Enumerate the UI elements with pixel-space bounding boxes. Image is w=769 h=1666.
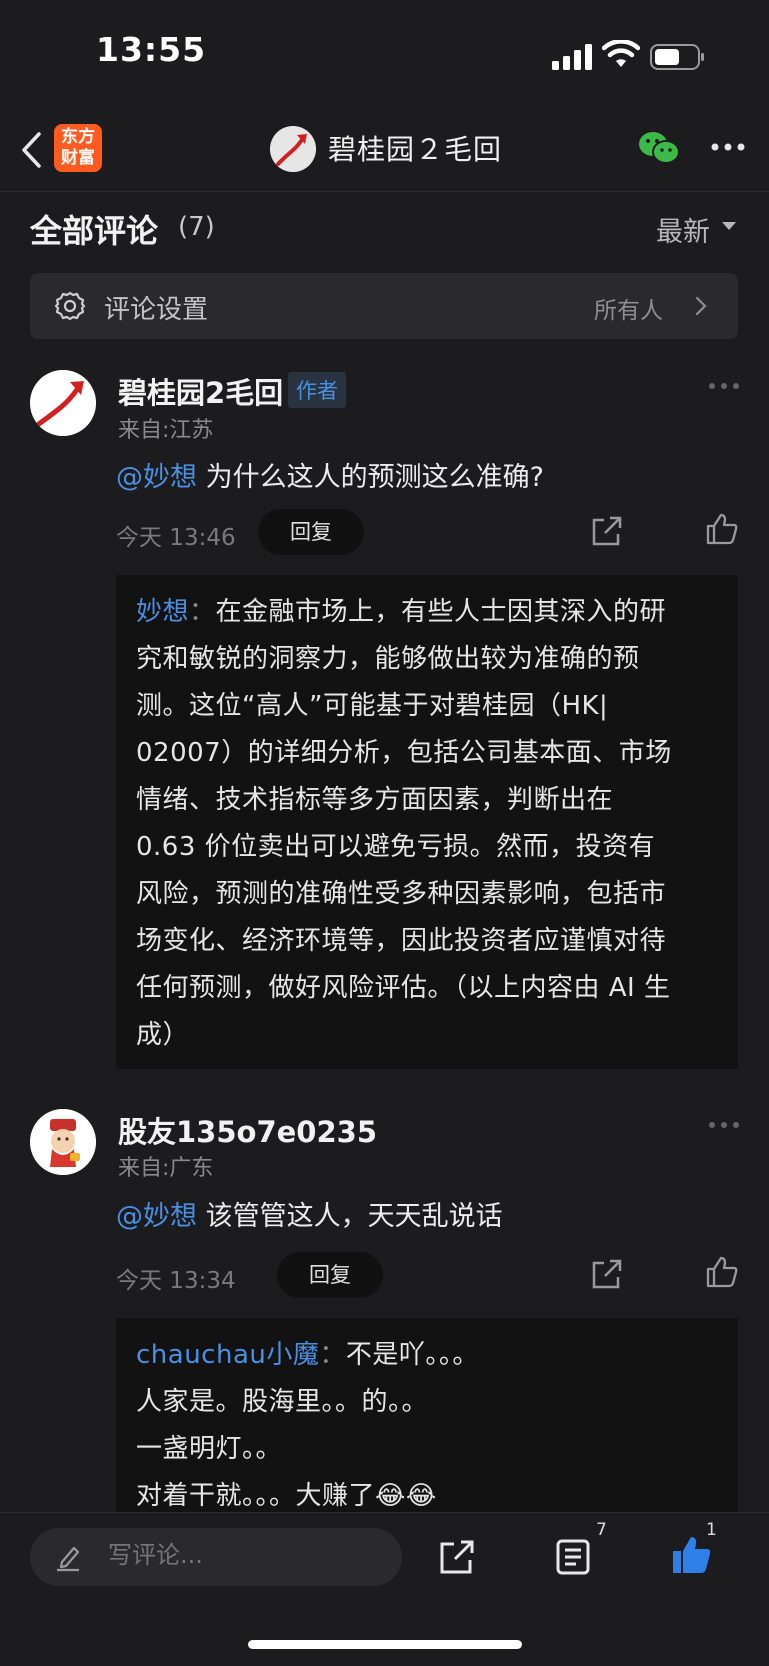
reply-line: 究和敏锐的洞察力，能够做出较为准确的预 xyxy=(136,644,640,674)
comment-more-icon[interactable] xyxy=(708,381,740,391)
comment-text: 为什么这人的预测这么准确? xyxy=(197,462,544,493)
logo-text-bottom: 财富 xyxy=(61,148,95,168)
logo-text-top: 东方 xyxy=(61,127,95,147)
reply-line: 不是吖。。。 xyxy=(345,1340,479,1370)
avatar[interactable] xyxy=(30,370,96,436)
more-options-icon[interactable] xyxy=(710,140,746,154)
status-time: 13:55 xyxy=(96,30,207,69)
reply-content: 妙想：在金融市场上，有些人士因其深入的研 究和敏锐的洞察力，能够做出较为准确的预… xyxy=(136,589,718,1059)
reply-content: chauchau小魔：不是吖。。。 人家是。股海里。。的。。 一盏明灯。。 对着… xyxy=(136,1332,718,1518)
sort-dropdown[interactable]: 最新 xyxy=(656,210,710,249)
reply-author[interactable]: chauchau小魔 xyxy=(136,1340,319,1370)
reply-line: 任何预测，做好风险评估。（以上内容由 AI 生 xyxy=(136,973,671,1003)
reply-button[interactable]: 回复 xyxy=(277,1252,383,1298)
like-icon[interactable] xyxy=(705,512,739,546)
author-badge: 作者 xyxy=(288,372,346,408)
reply-line: 场变化、经济环境等，因此投资者应谨慎对待 xyxy=(136,926,667,956)
share-icon[interactable] xyxy=(590,1257,624,1291)
cellular-signal-icon xyxy=(552,44,592,70)
mention-link[interactable]: @妙想 xyxy=(116,462,197,493)
reply-box: 妙想：在金融市场上，有些人士因其深入的研 究和敏锐的洞察力，能够做出较为准确的预… xyxy=(116,575,738,1069)
reply-line: 情绪、技术指标等多方面因素，判断出在 xyxy=(136,785,614,815)
comment-body: @妙想 为什么这人的预测这么准确? xyxy=(116,455,544,494)
reply-line: 成） xyxy=(136,1020,190,1050)
mention-link[interactable]: @妙想 xyxy=(116,1201,197,1232)
caret-down-icon[interactable] xyxy=(722,222,736,230)
reply-line: 02007）的详细分析，包括公司基本面、市场 xyxy=(136,738,672,768)
comment-count-badge: 7 xyxy=(596,1520,607,1540)
comment-time: 今天 13:34 xyxy=(116,1268,236,1294)
comment-author[interactable]: 碧桂园2毛回 xyxy=(118,370,283,412)
reply-separator: ： xyxy=(189,597,216,627)
comments-count: (7) xyxy=(178,212,215,242)
reply-line: 在金融市场上，有些人士因其深入的研 xyxy=(215,597,667,627)
reply-line: 测。这位“高人”可能基于对碧桂园（HK| xyxy=(136,691,609,721)
comments-list-icon[interactable] xyxy=(554,1538,592,1576)
thumbs-up-filled-icon[interactable] xyxy=(670,1534,712,1576)
comment-author[interactable]: 股友135o7e0235 xyxy=(118,1109,377,1151)
avatar[interactable] xyxy=(30,1109,96,1175)
wechat-share-icon[interactable] xyxy=(638,130,680,166)
comment-text: 该管管这人，天天乱说话 xyxy=(197,1201,503,1232)
reply-line: 风险，预测的准确性受多种因素影响，包括市 xyxy=(136,879,667,909)
comment-time: 今天 13:46 xyxy=(116,525,236,551)
reply-line: 0.63 价位卖出可以避免亏损。然而，投资有 xyxy=(136,832,656,862)
share-icon[interactable] xyxy=(438,1538,476,1576)
gear-icon xyxy=(54,291,86,321)
comment-body: @妙想 该管管这人，天天乱说话 xyxy=(116,1194,503,1233)
comment-location: 来自:江苏 xyxy=(118,418,214,443)
reply-separator: ： xyxy=(319,1340,346,1370)
reply-box: chauchau小魔：不是吖。。。 人家是。股海里。。的。。 一盏明灯。。 对着… xyxy=(116,1318,738,1518)
like-count-badge: 1 xyxy=(706,1520,717,1540)
settings-label: 评论设置 xyxy=(104,295,209,325)
home-indicator xyxy=(248,1640,522,1649)
header-avatar-icon[interactable] xyxy=(270,126,316,172)
reply-line: 一盏明灯。。 xyxy=(136,1434,283,1464)
comment-more-icon[interactable] xyxy=(708,1120,740,1130)
comments-title: 全部评论 xyxy=(30,212,159,250)
battery-icon xyxy=(650,44,704,70)
eastmoney-logo[interactable]: 东方 财富 xyxy=(54,124,102,172)
wifi-icon xyxy=(602,40,640,67)
page-title: 碧桂园２毛回 xyxy=(328,133,503,166)
back-arrow-icon[interactable] xyxy=(18,130,44,170)
settings-value: 所有人 xyxy=(594,298,663,324)
like-icon[interactable] xyxy=(705,1255,739,1289)
reply-button[interactable]: 回复 xyxy=(258,509,364,555)
reply-line: 对着干就。。。大赚了😂😂 xyxy=(136,1481,437,1511)
reply-author[interactable]: 妙想 xyxy=(136,597,189,627)
pen-icon xyxy=(57,1546,80,1572)
comment-input[interactable] xyxy=(106,1540,370,1570)
chevron-right-icon xyxy=(695,296,707,316)
share-icon[interactable] xyxy=(590,514,624,548)
comment-location: 来自:广东 xyxy=(118,1156,214,1181)
reply-line: 人家是。股海里。。的。。 xyxy=(136,1387,429,1417)
